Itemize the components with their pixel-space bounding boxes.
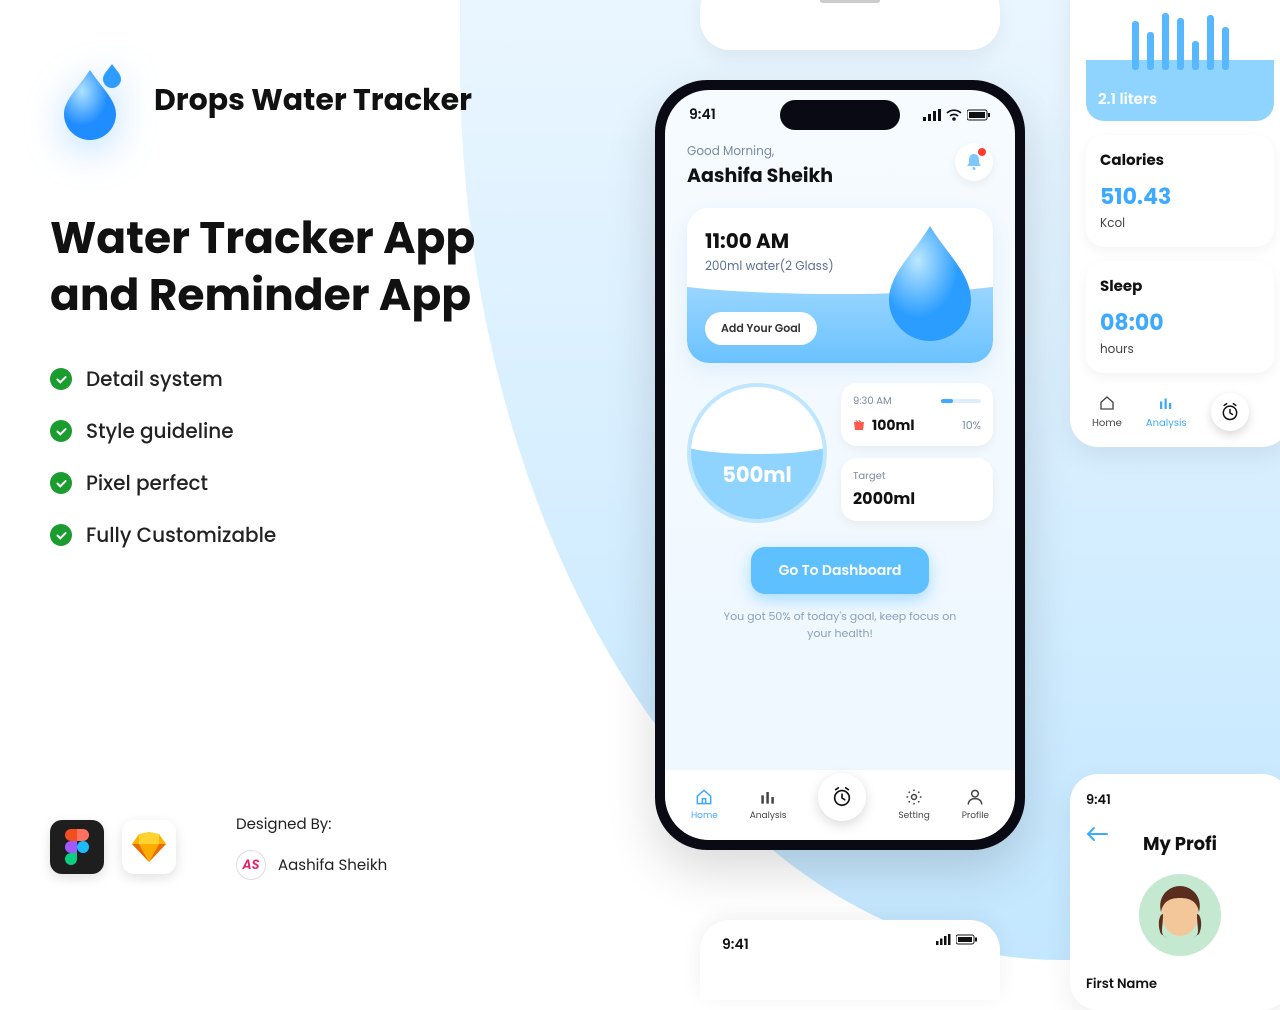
arrow-left-icon [1086, 826, 1108, 842]
first-name-label: First Name [1086, 974, 1274, 994]
profile-avatar[interactable] [1139, 874, 1221, 956]
sketch-icon[interactable] [122, 820, 176, 874]
check-icon [50, 472, 72, 494]
cup-icon [853, 420, 867, 432]
phone-notch [780, 100, 900, 130]
profile-icon [965, 787, 985, 807]
sleep-unit: hours [1100, 341, 1260, 359]
dashboard-button[interactable]: Go To Dashboard [751, 547, 930, 594]
profile-title: My Profi [1086, 831, 1274, 858]
target-label: Target [853, 468, 981, 484]
preview-screen-top [700, 0, 1000, 50]
status-time: 9:41 [722, 934, 749, 955]
footer-row: Designed By: AS Aashifa Sheikh [50, 813, 387, 880]
log-amount: 100ml [872, 415, 914, 436]
status-time: 9:41 [1086, 790, 1274, 810]
liters-value: 2.1 liters [1098, 88, 1262, 111]
analysis-icon [1157, 394, 1175, 412]
nav-analysis[interactable]: Analysis [750, 787, 787, 823]
nav-reminder[interactable] [818, 773, 866, 821]
preview-screen-bottom: 9:41 [700, 920, 1000, 1000]
clock-icon [1220, 402, 1240, 422]
designer-avatar-icon: AS [236, 850, 266, 880]
preview-profile-screen: 9:41 My Profi First Name [1070, 774, 1280, 1010]
greeting-sub: Good Morning, [687, 143, 833, 161]
log-pct: 10% [962, 417, 981, 434]
add-goal-button[interactable]: Add Your Goal [705, 312, 817, 345]
status-time: 9:41 [689, 104, 716, 125]
greeting-name: Aashifa Sheikh [687, 161, 833, 190]
feature-item: Fully Customizable [86, 520, 276, 550]
notification-button[interactable] [955, 143, 993, 181]
home-icon [1098, 394, 1116, 412]
water-bar-chart [1098, 0, 1262, 70]
bottom-nav: Home Analysis Setting Profile [665, 770, 1015, 840]
wifi-icon [946, 109, 962, 121]
nav-profile[interactable]: Profile [962, 787, 989, 823]
goal-card: 11:00 AM 200ml water(2 Glass) Add Your G… [687, 208, 993, 363]
app-title: Drops Water Tracker [154, 77, 472, 123]
preview-analysis-screen: 2.1 liters Calories 510.43 Kcol Sleep 08… [1070, 0, 1280, 447]
notification-dot-icon [978, 148, 986, 156]
battery-icon [967, 109, 991, 121]
nav-analysis[interactable]: Analysis [1146, 394, 1187, 431]
nav-home[interactable]: Home [1092, 394, 1122, 431]
sleep-title: Sleep [1100, 275, 1260, 298]
feature-item: Detail system [86, 364, 223, 394]
intake-value: 500ml [691, 460, 823, 491]
check-icon [50, 524, 72, 546]
calories-title: Calories [1100, 149, 1260, 172]
calories-value: 510.43 [1100, 180, 1260, 213]
figma-icon[interactable] [50, 820, 104, 874]
calories-unit: Kcol [1100, 215, 1260, 233]
nav-reminder[interactable] [1211, 393, 1249, 431]
feature-item: Style guideline [86, 416, 234, 446]
status-indicators [923, 109, 991, 121]
calories-card: Calories 510.43 Kcol [1086, 135, 1274, 247]
drop-logo-icon [50, 60, 130, 140]
designer-label: Designed By: [236, 813, 387, 836]
log-progress-bar [941, 399, 981, 403]
nav-home[interactable]: Home [691, 787, 718, 823]
clock-icon [831, 786, 853, 808]
sleep-card: Sleep 08:00 hours [1086, 261, 1274, 373]
sleep-value: 08:00 [1100, 306, 1260, 339]
main-heading: Water Tracker App and Reminder App [50, 210, 550, 324]
check-icon [50, 420, 72, 442]
marketing-column: Drops Water Tracker Water Tracker App an… [50, 60, 550, 572]
check-icon [50, 368, 72, 390]
status-indicators [936, 934, 978, 955]
phone-mockup: 9:41 Good Morning, Aashifa Sheikh [655, 80, 1025, 850]
feature-list: Detail system Style guideline Pixel perf… [50, 364, 550, 550]
progress-text: You got 50% of today's goal, keep focus … [687, 608, 993, 641]
signal-icon [923, 109, 941, 121]
water-drop-icon [875, 222, 985, 342]
gear-icon [904, 787, 924, 807]
home-icon [694, 787, 714, 807]
water-chart-card: 2.1 liters [1086, 0, 1274, 121]
target-card: Target 2000ml [841, 458, 993, 521]
log-card: 9:30 AM 100ml 10% [841, 383, 993, 446]
intake-progress: 500ml [687, 383, 827, 523]
target-value: 2000ml [853, 486, 981, 511]
feature-item: Pixel perfect [86, 468, 208, 498]
nav-setting[interactable]: Setting [898, 787, 929, 823]
designer-name: Aashifa Sheikh [278, 854, 387, 877]
log-time: 9:30 AM [853, 393, 892, 409]
analysis-icon [758, 787, 778, 807]
